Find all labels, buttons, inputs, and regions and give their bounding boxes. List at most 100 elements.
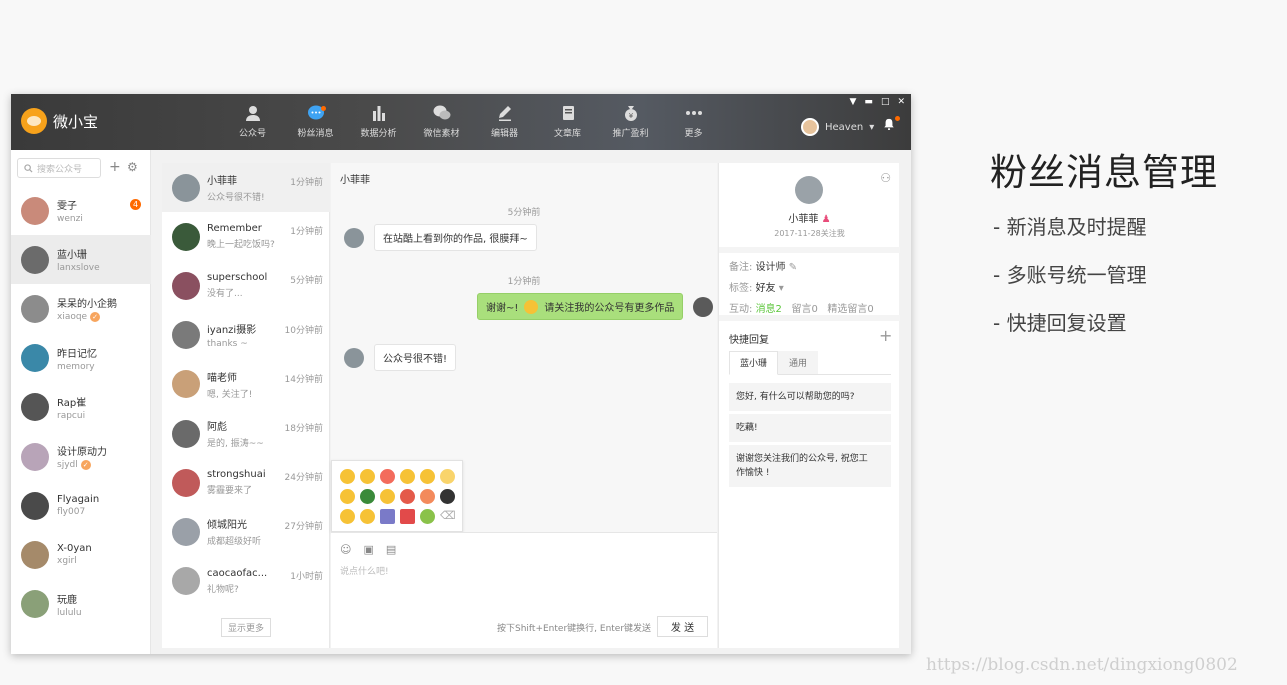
tag-value[interactable]: 好友 — [756, 283, 776, 294]
account-info: 昨日记忆 memory — [57, 345, 97, 372]
account-item[interactable]: 设计原动力 sjydl ✓ — [11, 432, 151, 481]
minimize-icon[interactable]: ▬ — [864, 97, 873, 107]
top-bar: 微小宝 公众号 粉丝消息 数据分析 微信素材 编辑器 文章库 ¥ 推广盈利 更多… — [11, 94, 911, 150]
message-preview: thanks ~ — [207, 339, 248, 350]
emoji-angry-icon[interactable] — [400, 489, 415, 504]
gear-icon[interactable]: ⚙ — [127, 160, 138, 174]
image-icon[interactable]: ▣ — [363, 543, 373, 556]
emoji-cool-icon[interactable] — [420, 469, 435, 484]
emoji-panda-icon[interactable] — [440, 489, 455, 504]
account-item[interactable]: 昨日记忆 memory — [11, 334, 151, 383]
dropdown-menu-icon[interactable]: ▼ — [850, 97, 857, 107]
user-menu[interactable]: Heaven ▾ — [801, 118, 874, 136]
emoji-frog-icon[interactable] — [420, 509, 435, 524]
conversation-info: Remember 晚上一起吃饭吗? — [207, 223, 289, 250]
contact-avatar — [172, 517, 200, 546]
tag-label: 标签: — [729, 283, 753, 294]
conversation-item[interactable]: Remember 晚上一起吃饭吗? 1分钟前 — [162, 212, 330, 261]
nav-data-analysis[interactable]: 数据分析 — [347, 94, 410, 150]
featured-comment-count[interactable]: 精选留言0 — [827, 304, 873, 315]
emoji-heart-eyes-icon[interactable] — [380, 469, 395, 484]
conversation-item[interactable]: 小菲菲 公众号很不错! 1分钟前 — [162, 163, 330, 212]
quick-reply-item[interactable]: 吃藕! — [729, 414, 891, 442]
emoji-shock-icon[interactable] — [400, 469, 415, 484]
emoji-smile-icon[interactable] — [340, 469, 355, 484]
nav-promotion-profit[interactable]: ¥ 推广盈利 — [599, 94, 662, 150]
emoji-watermelon-icon[interactable] — [400, 509, 415, 524]
account-item[interactable]: X-0yan xgirl — [11, 530, 151, 579]
conversation-item[interactable]: iyanzi摄影 thanks ~ 10分钟前 — [162, 311, 330, 360]
picture-library-icon[interactable]: ▤ — [386, 543, 396, 556]
quick-reply-item[interactable]: 您好, 有什么可以帮助您的吗? — [729, 383, 891, 411]
nav-fan-messages[interactable]: 粉丝消息 — [284, 94, 347, 150]
message-count[interactable]: 消息2 — [756, 304, 782, 315]
nav-more[interactable]: 更多 — [662, 94, 725, 150]
nav-article-library[interactable]: 文章库 — [536, 94, 599, 150]
contact-name: caocaofac... — [207, 567, 268, 579]
emoji-sunglasses-icon[interactable] — [380, 489, 395, 504]
nav-wechat-material[interactable]: 微信素材 — [410, 94, 473, 150]
emoji-smirk-icon[interactable] — [360, 509, 375, 524]
verified-check-icon: ✓ — [90, 312, 101, 323]
conversation-item[interactable]: 喵老师 嗯, 关注了! 14分钟前 — [162, 360, 330, 409]
account-avatar — [21, 393, 49, 422]
add-account-icon[interactable]: + — [109, 160, 121, 174]
chevron-down-icon[interactable]: ▾ — [779, 283, 784, 294]
account-item[interactable]: 玩鹿 lululu — [11, 580, 151, 629]
emoji-dizzy-icon[interactable] — [340, 489, 355, 504]
account-id: lululu — [57, 607, 82, 618]
account-item[interactable]: 雯子 wenzi 4 — [11, 186, 151, 235]
account-info: 设计原动力 sjydl ✓ — [57, 443, 107, 470]
emoji-cry-icon[interactable] — [440, 469, 455, 484]
search-placeholder: 搜索公众号 — [37, 164, 83, 175]
comment-count[interactable]: 留言0 — [791, 304, 817, 315]
conversation-item[interactable]: 阿彪 是的, 振涛~~ 18分钟前 — [162, 409, 330, 458]
nav-official-account[interactable]: 公众号 — [221, 94, 284, 150]
sender-avatar — [344, 227, 364, 248]
emoji-shout-icon[interactable] — [420, 489, 435, 504]
account-search-input[interactable]: 搜索公众号 — [17, 158, 101, 178]
quick-reply-item[interactable]: 谢谢您关注我们的公众号, 祝您工作愉快 ! — [729, 445, 891, 487]
message-text: 请关注我的公众号有更多作品 — [544, 303, 675, 314]
edit-pencil-icon[interactable]: ✎ — [789, 262, 797, 273]
account-item[interactable]: 呆呆的小企鹅 xiaoqe ✓ — [11, 284, 151, 333]
tab-account[interactable]: 蓝小珊 — [729, 351, 779, 375]
user-settings-icon[interactable]: ⚇ — [880, 171, 891, 185]
message-time: 24分钟前 — [284, 473, 323, 484]
tag-row: 标签: 好友 ▾ — [729, 279, 784, 294]
emoji-grin-icon[interactable] — [360, 469, 375, 484]
emoji-turtle-icon[interactable] — [360, 489, 375, 504]
message-time: 27分钟前 — [284, 522, 323, 533]
account-item[interactable]: 蓝小珊 lanxslove — [11, 235, 151, 285]
app-logo: 微小宝 — [21, 108, 98, 134]
conversation-list: 小菲菲 公众号很不错! 1分钟前 Remember 晚上一起吃饭吗? 1分钟前 supers… — [162, 163, 330, 648]
add-quick-reply-icon[interactable]: + — [879, 326, 892, 345]
account-item[interactable]: Flyagain fly007 — [11, 481, 151, 530]
account-avatar — [21, 491, 49, 520]
emoji-button-icon[interactable]: ☺ — [340, 543, 351, 556]
notification-button[interactable] — [883, 116, 900, 132]
conversation-item[interactable]: caocaofac... 礼物呢? 1小时前 — [162, 557, 330, 606]
emoji-laugh-icon[interactable] — [340, 509, 355, 524]
account-name: 设计原动力 — [57, 447, 107, 458]
maximize-icon[interactable]: □ — [881, 97, 890, 107]
unread-count-badge: 4 — [130, 199, 141, 210]
account-id-row: lululu — [57, 608, 82, 618]
account-name: 昨日记忆 — [57, 348, 97, 360]
conversation-item[interactable]: superschool 没有了... 5分钟前 — [162, 261, 330, 310]
nav-editor[interactable]: 编辑器 — [473, 94, 536, 150]
conversation-item[interactable]: strongshuai 雾霾要来了 24分钟前 — [162, 458, 330, 507]
emoji-eraser-icon[interactable] — [380, 509, 395, 524]
send-button[interactable]: 发 送 — [657, 616, 708, 637]
account-item[interactable]: Rap崔 rapcui — [11, 383, 151, 432]
show-more-button[interactable]: 显示更多 — [221, 618, 271, 637]
contact-name: 小菲菲 — [207, 176, 237, 187]
message-input[interactable]: 说点什么吧! — [340, 564, 389, 577]
remark-value: 设计师 — [755, 262, 786, 273]
account-name: 呆呆的小企鹅 — [57, 299, 117, 311]
close-icon[interactable]: ✕ — [897, 97, 905, 107]
backspace-icon[interactable]: ⌫ — [440, 509, 456, 524]
conversation-item[interactable]: 倾城阳光 成都超级好听 27分钟前 — [162, 507, 330, 556]
account-name: Flyagain — [57, 494, 100, 506]
tab-general[interactable]: 通用 — [778, 351, 819, 374]
